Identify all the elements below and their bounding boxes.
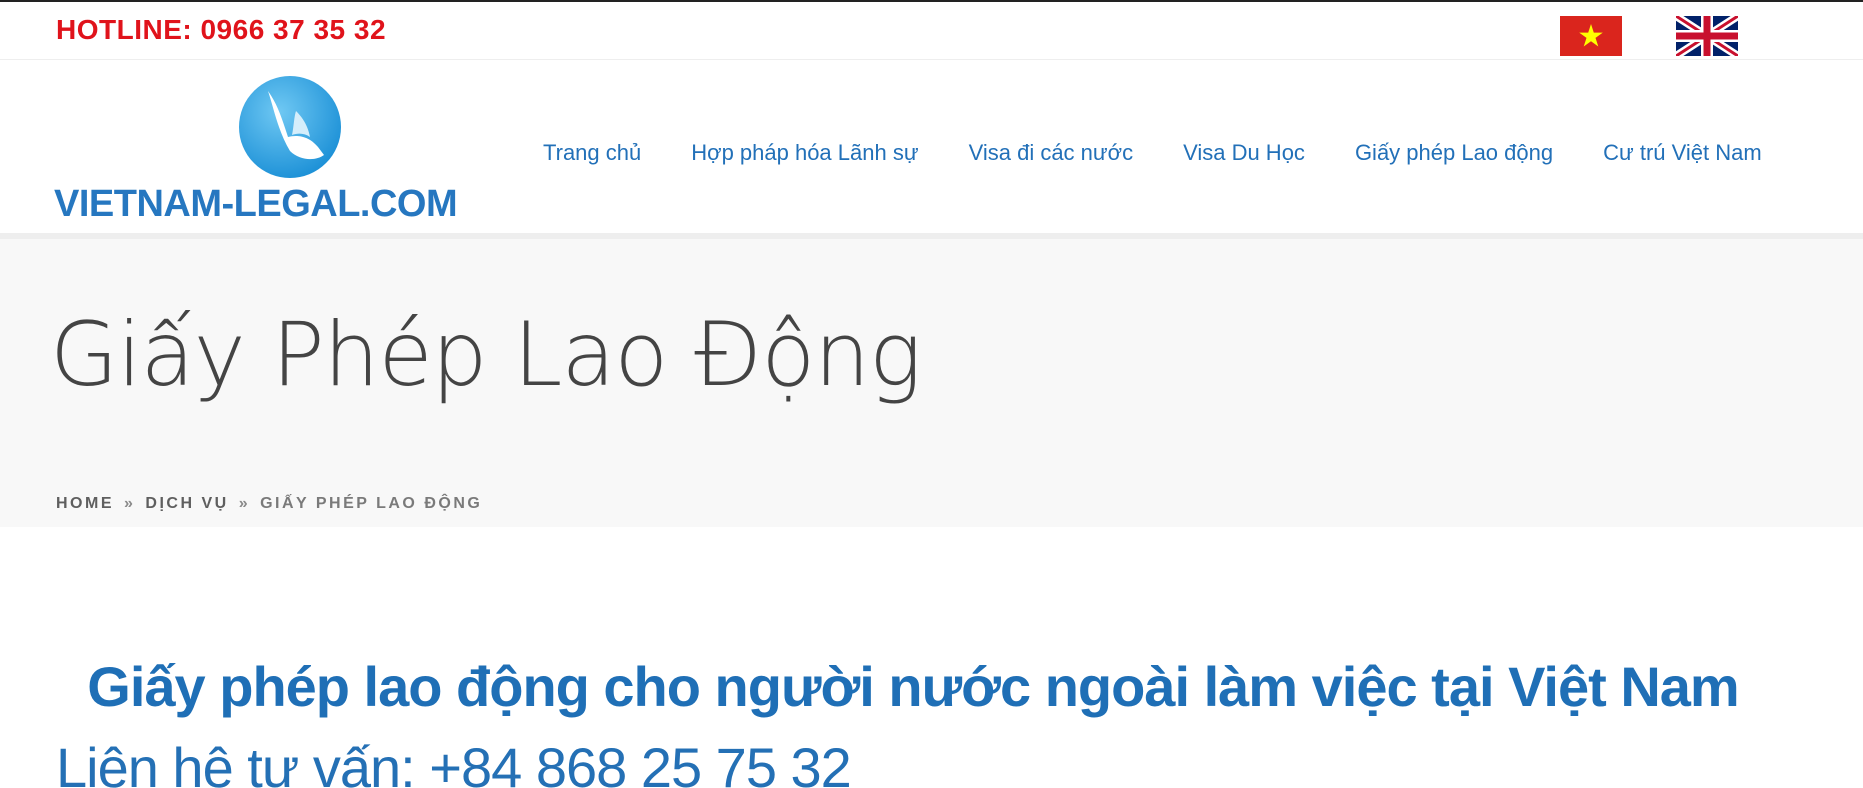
nav-label: Visa Du Học [1183,140,1305,165]
uk-flag-icon[interactable] [1673,12,1741,60]
site-logo[interactable]: VIETNAM-LEGAL.COM [54,75,458,225]
nav-label: Giấy phép Lao động [1354,140,1554,165]
nav-item-trang-chu[interactable]: Trang chủ [518,61,666,233]
nav-label: Hợp pháp hóa Lãnh sự [691,140,919,165]
nav-label: Trang chủ [543,140,642,165]
nav-label: Cư trú Việt Nam [1603,140,1762,165]
breadcrumb-separator: » [124,495,136,512]
bird-logo-icon [238,75,342,179]
top-bar: HOTLINE: 0966 37 35 32 [0,2,1863,60]
site-header: VIETNAM-LEGAL.COM Trang chủ Hợp pháp hóa… [0,61,1863,239]
page-title-band: Giấy Phép Lao Động HOME » DỊCH VỤ » GIẤY… [0,233,1863,527]
breadcrumb-separator: » [238,495,251,512]
breadcrumb: HOME » DỊCH VỤ » GIẤY PHÉP LAO ĐỘNG [56,495,482,513]
nav-item-visa-du-hoc[interactable]: Visa Du Học [1158,61,1330,233]
nav-item-visa-di-cac-nuoc[interactable]: Visa đi các nước [944,61,1158,233]
hotline-text[interactable]: HOTLINE: 0966 37 35 32 [56,14,386,46]
breadcrumb-current: GIẤY PHÉP LAO ĐỘNG [260,495,483,512]
contact-line: Liên hệ tư vấn: +84 868 25 75 32 [56,736,852,788]
nav-label: Visa đi các nước [968,140,1134,165]
nav-item-hop-phap-hoa[interactable]: Hợp pháp hóa Lãnh sự [666,61,943,233]
page-title: Giấy Phép Lao Động [50,303,922,406]
nav-item-giay-phep-lao-dong[interactable]: Giấy phép Lao động [1329,61,1579,239]
logo-text: VIETNAM-LEGAL.COM [54,183,458,225]
content-heading: Giấy phép lao động cho người nước ngoài … [87,655,1739,718]
main-nav: Trang chủ Hợp pháp hóa Lãnh sự Visa đi c… [518,61,1787,239]
vietnam-flag-icon[interactable] [1560,16,1622,56]
nav-item-cu-tru-viet-nam[interactable]: Cư trú Việt Nam [1578,61,1787,233]
page-title-text: Giấy Phép Lao Động [50,303,922,406]
breadcrumb-home[interactable]: HOME [56,495,114,513]
breadcrumb-parent[interactable]: DỊCH VỤ [145,495,228,513]
